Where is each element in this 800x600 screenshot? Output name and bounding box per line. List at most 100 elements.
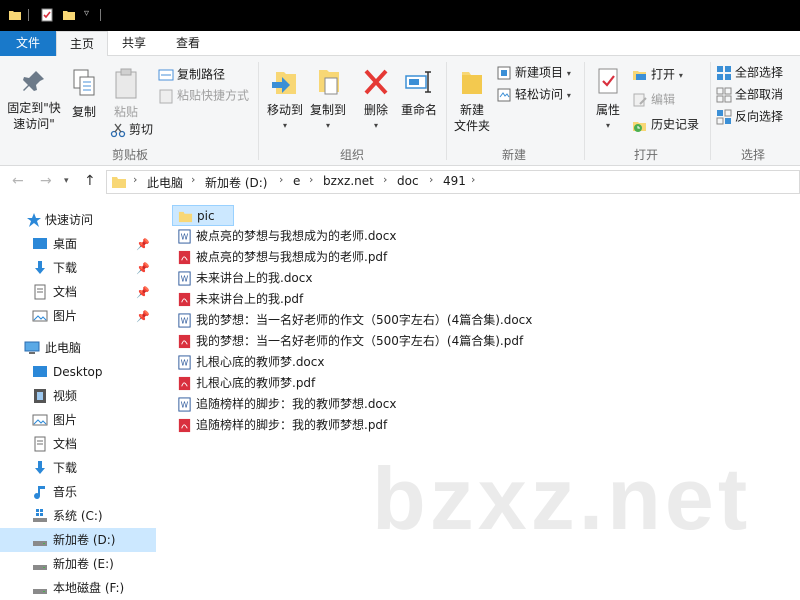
open-button[interactable]: 打开 ▾	[632, 64, 683, 84]
tab-file[interactable]: 文件	[0, 31, 56, 56]
breadcrumb-drive-d[interactable]: 新加卷 (D:)	[205, 174, 267, 191]
dropdown-arrow-icon: ▾	[373, 121, 378, 130]
properties-button[interactable]: 属性 ▾	[590, 66, 626, 134]
pin-to-quick-access-button[interactable]: 固定到"快 速访问"	[4, 68, 64, 132]
properties-label: 属性	[595, 103, 620, 117]
breadcrumb-this-pc[interactable]: 此电脑	[147, 174, 183, 191]
address-bar[interactable]: › 此电脑 › 新加卷 (D:) › e › bzxz.net › doc › …	[106, 170, 800, 194]
nav-drive-f[interactable]: 本地磁盘 (F:)	[0, 576, 156, 600]
nav-label: 新加卷 (D:)	[53, 533, 116, 547]
file-name: 我的梦想：当一名好老师的作文（500字左右）(4篇合集).pdf	[196, 334, 524, 348]
nav-videos[interactable]: 视频	[0, 384, 156, 408]
nav-label: 系统 (C:)	[53, 509, 103, 523]
copy-path-icon	[158, 69, 174, 80]
group-separator	[446, 62, 447, 160]
word-document-icon: W	[178, 397, 191, 412]
tab-share[interactable]: 共享	[108, 31, 160, 56]
breadcrumb-doc[interactable]: doc	[397, 174, 419, 188]
download-arrow-icon	[35, 261, 45, 274]
breadcrumb-separator-icon[interactable]: ›	[279, 173, 283, 186]
breadcrumb-e[interactable]: e	[293, 174, 300, 188]
pin-icon[interactable]: 📌	[136, 257, 150, 281]
breadcrumb-separator-icon[interactable]: ›	[429, 173, 433, 186]
nav-this-pc[interactable]: 此电脑	[0, 336, 156, 360]
customize-toolbar-icon[interactable]: ▿	[84, 8, 89, 19]
nav-pc-desktop[interactable]: Desktop	[0, 360, 156, 384]
file-row[interactable]: pic	[172, 205, 234, 226]
copy-button[interactable]: 复制	[66, 68, 102, 120]
copy-path-label: 复制路径	[177, 67, 226, 82]
download-arrow-icon	[35, 461, 45, 474]
tab-home[interactable]: 主页	[56, 31, 108, 57]
paste-shortcut-button[interactable]: 粘贴快捷方式	[158, 85, 249, 105]
dropdown-arrow-icon: ▾	[566, 91, 571, 100]
drive-icon	[33, 541, 47, 546]
breadcrumb-separator-icon[interactable]: ›	[471, 173, 475, 186]
nav-pc-documents[interactable]: 文档	[0, 432, 156, 456]
breadcrumb-separator-icon[interactable]: ›	[383, 173, 387, 186]
computer-icon	[24, 341, 40, 354]
breadcrumb-separator-icon[interactable]: ›	[191, 173, 195, 186]
select-all-button[interactable]: 全部选择	[716, 62, 783, 82]
pin-icon[interactable]: 📌	[136, 305, 150, 329]
paste-label: 粘贴	[113, 105, 138, 119]
watermark: bzxz.net	[372, 449, 752, 548]
move-to-button[interactable]: 移动到 ▾	[264, 66, 306, 134]
cut-button[interactable]: 剪切	[110, 119, 153, 139]
nav-downloads[interactable]: 下载 📌	[0, 256, 156, 280]
nav-pc-downloads[interactable]: 下载	[0, 456, 156, 480]
file-name: 扎根心底的教师梦.pdf	[196, 376, 316, 390]
recent-locations-icon[interactable]: ▾	[64, 176, 69, 186]
rename-button[interactable]: 重命名	[398, 66, 440, 118]
breadcrumb-491[interactable]: 491	[443, 174, 466, 188]
copy-to-button[interactable]: 复制到 ▾	[306, 66, 350, 134]
easy-access-label: 轻松访问	[515, 87, 564, 102]
file-name: 被点亮的梦想与我想成为的老师.pdf	[196, 250, 388, 264]
new-folder-icon[interactable]	[62, 8, 76, 22]
move-to-icon	[272, 72, 296, 94]
invert-selection-label: 反向选择	[735, 109, 784, 124]
up-arrow-icon[interactable]: ↑	[84, 173, 96, 189]
select-all-icon	[717, 65, 731, 80]
nav-music[interactable]: 音乐	[0, 480, 156, 504]
nav-quick-access[interactable]: 快速访问	[0, 208, 156, 232]
nav-drive-e[interactable]: 新加卷 (E:)	[0, 552, 156, 576]
file-list: pic W 被点亮的梦想与我想成为的老师.docx 被点亮的梦想与我想成为的老师…	[172, 205, 792, 445]
pdf-document-icon	[178, 334, 191, 349]
nav-pictures[interactable]: 图片 📌	[0, 304, 156, 328]
history-icon	[633, 121, 646, 132]
easy-access-button[interactable]: 轻松访问 ▾	[496, 84, 571, 104]
select-none-button[interactable]: 全部取消	[716, 84, 783, 104]
copy-path-button[interactable]: 复制路径	[158, 64, 225, 84]
ribbon: 固定到"快 速访问" 复制 粘贴 复制路径 粘贴快捷方式 剪切 剪贴板 移动到 …	[0, 56, 800, 166]
pin-icon[interactable]: 📌	[136, 233, 150, 257]
edit-icon	[633, 93, 647, 106]
nav-pc-pictures[interactable]: 图片	[0, 408, 156, 432]
delete-button[interactable]: 删除 ▾	[358, 66, 394, 134]
open-label: 打开	[651, 67, 676, 82]
new-item-button[interactable]: 新建项目 ▾	[496, 62, 571, 82]
cut-label: 剪切	[129, 122, 154, 137]
nav-drive-d[interactable]: 新加卷 (D:)	[0, 528, 156, 552]
nav-desktop[interactable]: 桌面 📌	[0, 232, 156, 256]
invert-selection-button[interactable]: 反向选择	[716, 106, 783, 126]
invert-selection-icon	[716, 109, 732, 124]
nav-drive-c[interactable]: 系统 (C:)	[0, 504, 156, 528]
edit-button[interactable]: 编辑	[632, 89, 675, 109]
rename-label: 重命名	[400, 103, 437, 117]
back-arrow-icon[interactable]: ←	[12, 173, 24, 189]
pin-icon[interactable]: 📌	[136, 281, 150, 305]
history-button[interactable]: 历史记录	[632, 114, 699, 134]
breadcrumb-separator-icon[interactable]: ›	[133, 173, 137, 186]
properties-icon[interactable]	[40, 8, 54, 22]
new-folder-button[interactable]: 新建 文件夹	[450, 66, 494, 134]
breadcrumb-separator-icon[interactable]: ›	[309, 173, 313, 186]
nav-documents[interactable]: 文档 📌	[0, 280, 156, 304]
paste-button[interactable]: 粘贴	[106, 68, 146, 120]
tab-view[interactable]: 查看	[160, 31, 216, 56]
edit-label: 编辑	[651, 92, 676, 107]
svg-text:W: W	[181, 358, 189, 367]
folder-icon[interactable]	[8, 8, 22, 22]
breadcrumb-bzxz[interactable]: bzxz.net	[323, 174, 374, 188]
forward-arrow-icon[interactable]: →	[40, 173, 52, 189]
